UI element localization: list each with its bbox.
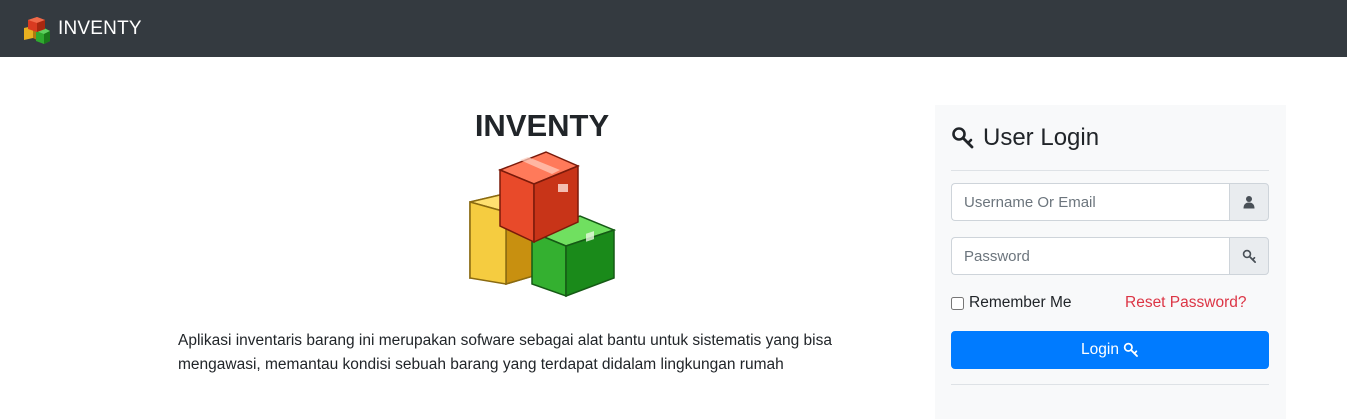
login-button[interactable]: Login xyxy=(951,331,1269,369)
key-icon xyxy=(1123,342,1138,357)
password-input[interactable] xyxy=(951,237,1229,275)
remember-me[interactable]: Remember Me xyxy=(951,294,1072,312)
password-group xyxy=(951,237,1269,275)
remember-me-label: Remember Me xyxy=(969,294,1072,311)
login-card-header: User Login xyxy=(951,123,1269,171)
navbar-brand[interactable]: INVENTY xyxy=(22,14,142,44)
description-line: mengawasi, memantau kondisi sebuah baran… xyxy=(178,356,784,373)
login-button-label: Login xyxy=(1081,341,1119,358)
remember-me-checkbox[interactable] xyxy=(951,296,964,310)
brand-name: INVENTY xyxy=(58,18,142,39)
navbar: INVENTY xyxy=(0,0,1347,57)
page-title: INVENTY xyxy=(474,108,610,143)
username-group xyxy=(951,183,1269,221)
boxes-icon xyxy=(469,151,617,298)
login-title: User Login xyxy=(983,124,1100,151)
description-line: Aplikasi inventaris barang ini merupakan… xyxy=(178,332,832,349)
user-icon xyxy=(1243,196,1255,209)
username-addon xyxy=(1229,183,1269,221)
login-card: User Login Remember Me Reset Password? L… xyxy=(935,105,1286,419)
key-icon xyxy=(952,127,974,149)
username-input[interactable] xyxy=(951,183,1229,221)
key-icon xyxy=(1242,249,1256,263)
divider xyxy=(951,384,1269,385)
app-description: Aplikasi inventaris barang ini merupakan… xyxy=(178,329,878,377)
password-addon xyxy=(1229,237,1269,275)
boxes-icon xyxy=(24,17,50,44)
reset-password-link[interactable]: Reset Password? xyxy=(1125,294,1246,312)
